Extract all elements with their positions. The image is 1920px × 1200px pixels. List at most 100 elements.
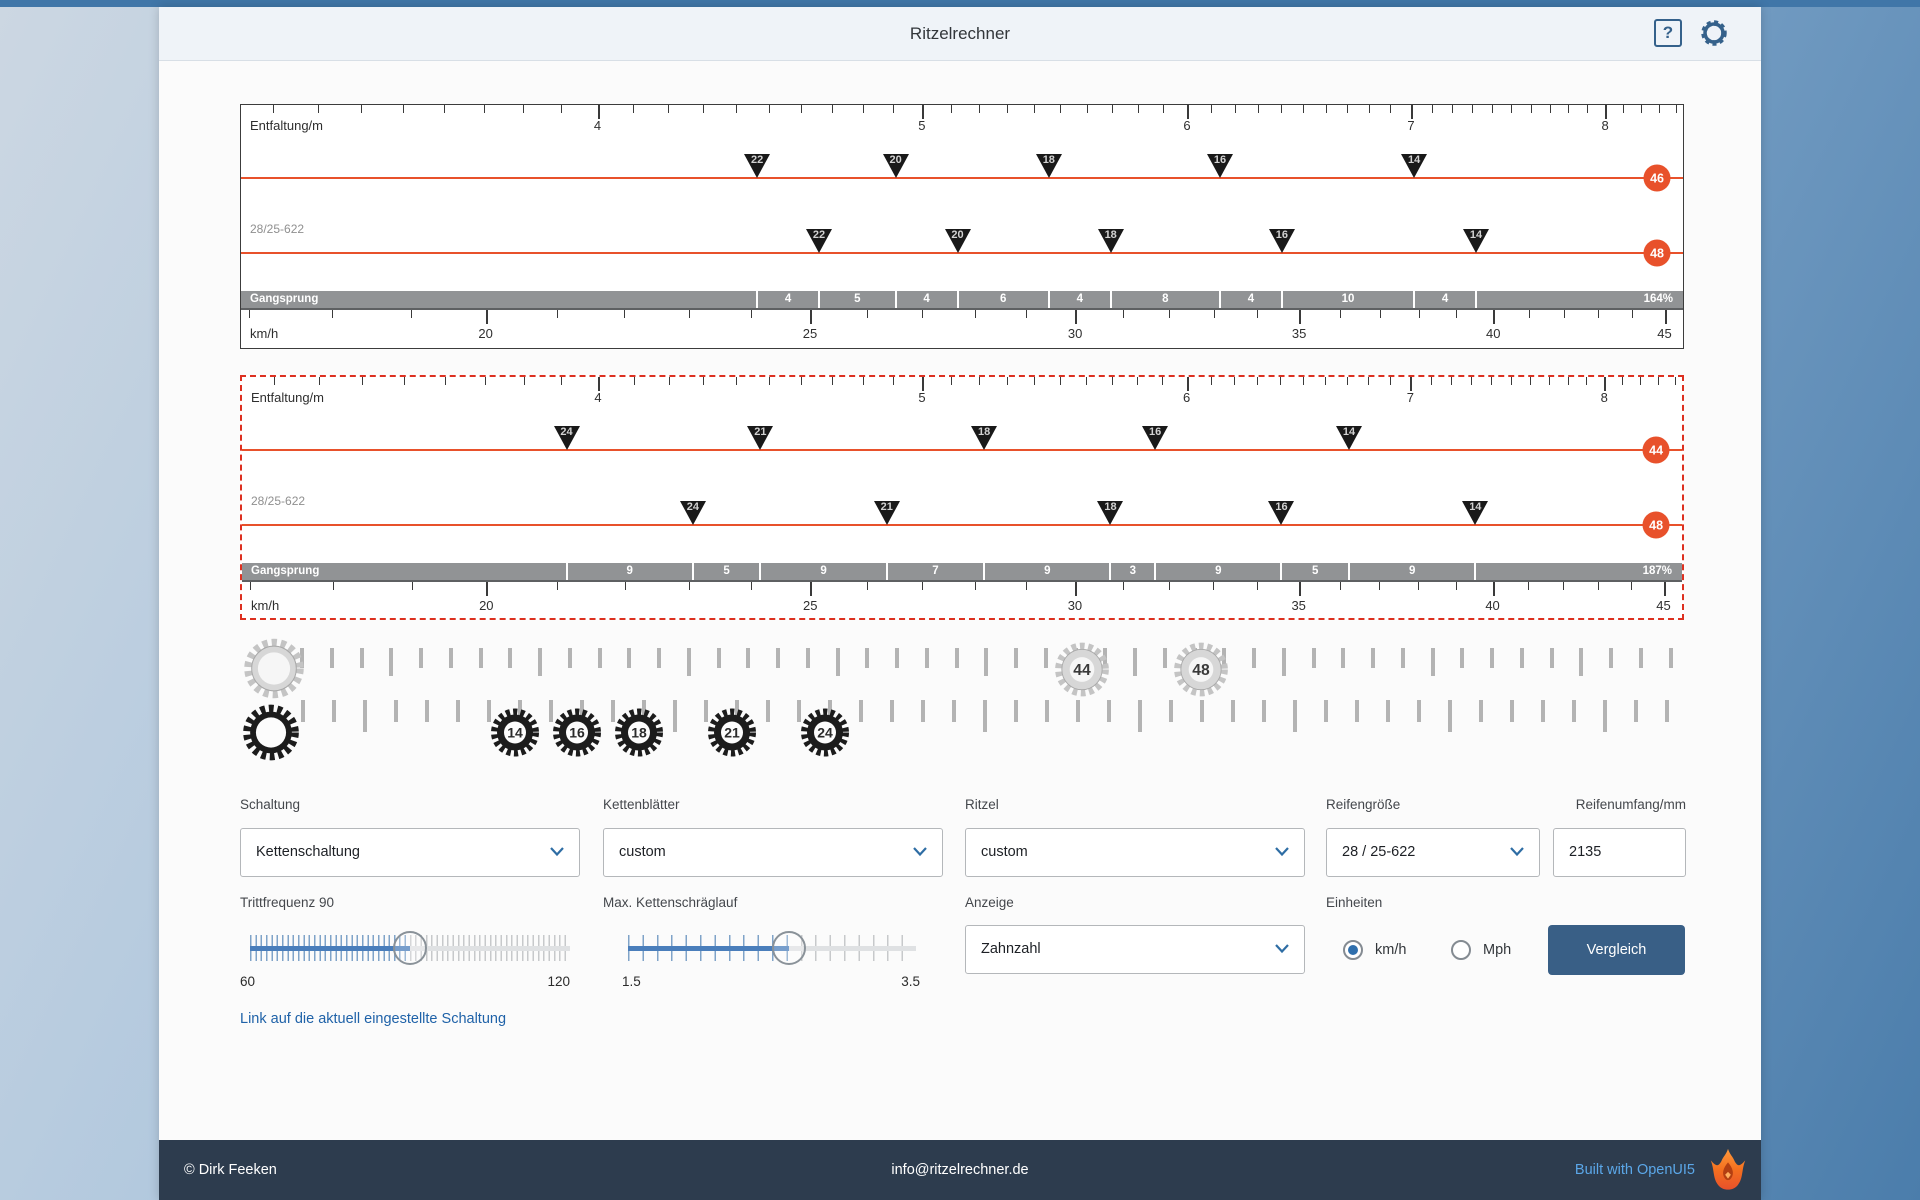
- anzeige-label: Anzeige: [965, 895, 1014, 910]
- entfaltung-tick: [1087, 105, 1088, 113]
- anzeige-value: Zahnzahl: [981, 926, 1041, 973]
- gangsprung-step-value: 5: [723, 565, 729, 577]
- entfaltung-tick-label: 5: [918, 118, 925, 133]
- speed-tick: [1529, 310, 1530, 318]
- entfaltung-tick: [561, 105, 562, 113]
- trittfrequenz-slider[interactable]: 60 120: [250, 928, 570, 968]
- entfaltung-tick: [561, 377, 562, 385]
- entfaltung-tick-label: 5: [918, 390, 925, 405]
- entfaltung-tick: [484, 105, 485, 113]
- entfaltung-tick: [1587, 105, 1588, 113]
- gangsprung-divider: [886, 563, 888, 580]
- entfaltung-tick: [598, 377, 600, 391]
- speed-tick: [1664, 582, 1666, 596]
- svg-text:21: 21: [724, 725, 740, 741]
- gear-marker: 16: [1269, 229, 1295, 253]
- gear-ruler-tick: [865, 648, 869, 668]
- entfaltung-tick: [736, 377, 737, 385]
- gear-ruler-major-tick: [1431, 648, 1435, 676]
- speed-tick: [810, 310, 812, 324]
- vergleich-button[interactable]: Vergleich: [1548, 925, 1685, 975]
- entfaltung-tick: [444, 105, 445, 113]
- gear-ruler-major-tick: [1133, 648, 1137, 676]
- slider-fill: [628, 928, 789, 968]
- schaltung-select[interactable]: Kettenschaltung: [240, 828, 580, 877]
- entfaltung-tick: [403, 105, 404, 113]
- radio-kmh[interactable]: km/h: [1343, 940, 1406, 960]
- gear-marker-label: 24: [554, 426, 580, 438]
- entfaltung-tick: [404, 377, 405, 385]
- reifenumfang-input[interactable]: 2135: [1553, 828, 1686, 877]
- gear-marker-label: 16: [1207, 154, 1233, 166]
- speed-tick: [333, 582, 334, 590]
- trittfrequenz-slider-handle[interactable]: [393, 931, 427, 965]
- entfaltung-tick: [922, 377, 924, 391]
- speed-tick: [1418, 582, 1419, 590]
- gear-ruler-tick: [627, 648, 631, 668]
- settings-button[interactable]: [1699, 18, 1729, 48]
- entfaltung-tick: [1187, 377, 1189, 391]
- slider-max-label: 3.5: [901, 974, 920, 989]
- gear-marker-label: 20: [945, 229, 971, 241]
- kettenschraeglauf-slider-handle[interactable]: [772, 931, 806, 965]
- speed-tick: [1257, 582, 1258, 590]
- sprocket-18[interactable]: 18: [614, 708, 664, 763]
- gear-ruler-tick: [1510, 700, 1514, 722]
- chainring-48[interactable]: 48: [1173, 642, 1229, 703]
- gear-marker-label: 16: [1268, 501, 1294, 513]
- ritzel-label: Ritzel: [965, 797, 999, 812]
- speed-tick: [557, 582, 558, 590]
- gear-ruler-tick: [1014, 700, 1018, 722]
- svg-text:14: 14: [507, 725, 523, 741]
- entfaltung-tick: [524, 377, 525, 385]
- gear-ruler-tick: [1262, 700, 1266, 722]
- current-setup-link[interactable]: Link auf die aktuell eingestellte Schalt…: [240, 1011, 506, 1027]
- speed-tick: [1598, 582, 1599, 590]
- gear-ruler-tick: [955, 648, 959, 668]
- speed-tick: [412, 582, 413, 590]
- radio-mph-label: Mph: [1483, 942, 1511, 958]
- sprocket-21[interactable]: 21: [707, 708, 757, 763]
- entfaltung-tick: [979, 105, 980, 113]
- speed-tick-label: 35: [1291, 598, 1305, 613]
- entfaltung-tick: [1211, 105, 1212, 113]
- entfaltung-tick: [832, 377, 833, 385]
- gangsprung-divider: [1109, 563, 1111, 580]
- entfaltung-tick: [863, 105, 864, 113]
- entfaltung-tick: [1622, 377, 1623, 385]
- footer-email[interactable]: info@ritzelrechner.de: [159, 1140, 1761, 1200]
- gear-marker: 24: [554, 426, 580, 450]
- entfaltung-tick: [1281, 105, 1282, 113]
- sprocket-16[interactable]: 16: [552, 708, 602, 763]
- entfaltung-tick: [1390, 377, 1391, 385]
- sprocket-24[interactable]: 24: [800, 708, 850, 763]
- openui5-link[interactable]: Built with OpenUI5: [1575, 1162, 1695, 1178]
- gear-marker: 21: [747, 426, 773, 450]
- help-button[interactable]: ?: [1654, 19, 1682, 47]
- speed-tick: [1123, 310, 1124, 318]
- gear-marker: 16: [1268, 501, 1294, 525]
- gangsprung-step-value: 9: [1409, 565, 1415, 577]
- chainring-44[interactable]: 44: [1054, 642, 1110, 703]
- anzeige-select[interactable]: Zahnzahl: [965, 925, 1305, 974]
- gear-marker-label: 22: [806, 229, 832, 241]
- entfaltung-tick: [598, 105, 600, 119]
- speed-tick: [1214, 310, 1215, 318]
- kettenschraeglauf-slider[interactable]: 1.5 3.5: [628, 928, 916, 968]
- gangsprung-step-value: 9: [1044, 565, 1050, 577]
- gear-marker: 22: [806, 229, 832, 253]
- speed-tick-label: 25: [803, 326, 817, 341]
- radio-mph[interactable]: Mph: [1451, 940, 1511, 960]
- speed-tick: [1632, 310, 1633, 318]
- ritzel-select[interactable]: custom: [965, 828, 1305, 877]
- entfaltung-tick: [1530, 377, 1531, 385]
- speed-tick-label: 25: [803, 598, 817, 613]
- entfaltung-tick: [736, 105, 737, 113]
- kettenblaetter-select[interactable]: custom: [603, 828, 943, 877]
- gear-ruler-major-tick: [1448, 700, 1452, 732]
- gear-ruler-major-tick: [389, 648, 393, 676]
- speed-tick: [624, 310, 625, 318]
- entfaltung-tick: [1303, 377, 1304, 385]
- reifengroesse-select[interactable]: 28 / 25-622: [1326, 828, 1540, 877]
- sprocket-14[interactable]: 14: [490, 708, 540, 763]
